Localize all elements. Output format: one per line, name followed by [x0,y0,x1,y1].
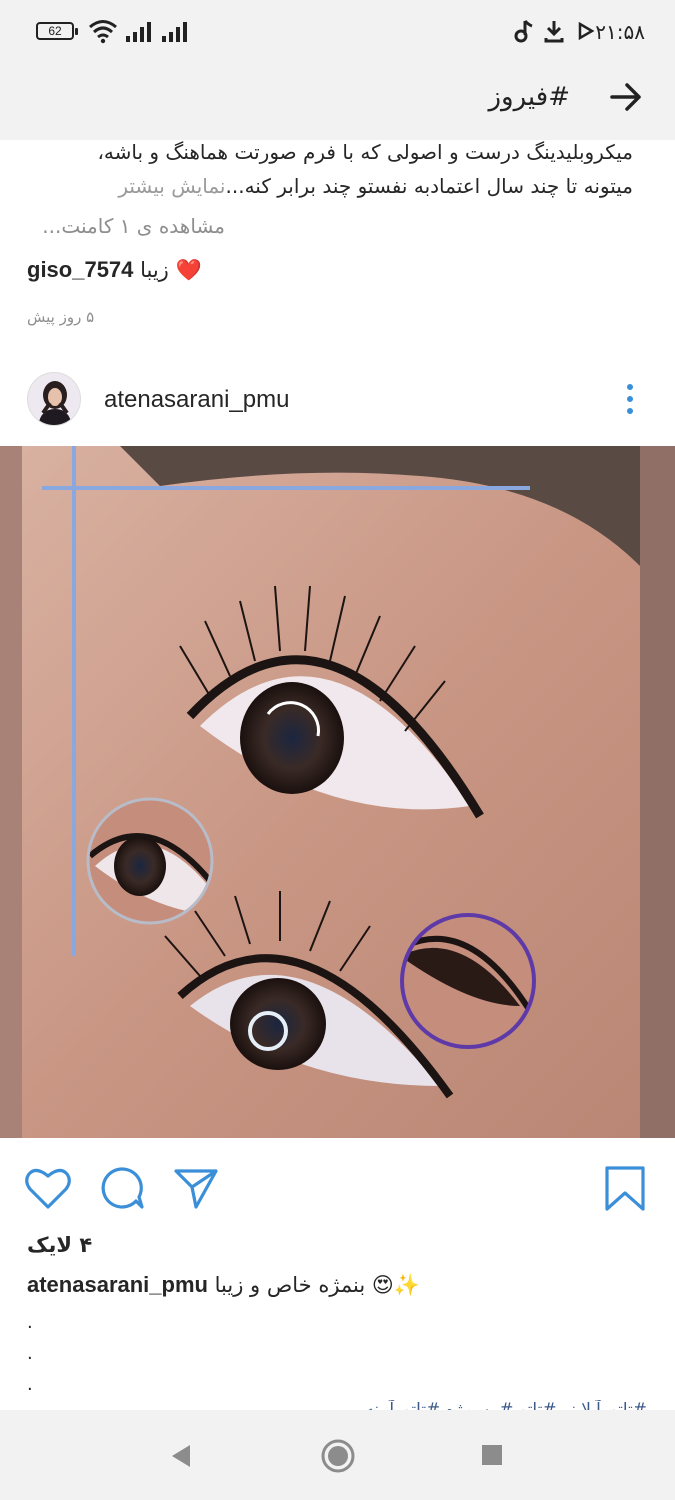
signal-icon-1 [126,22,151,42]
comment-bubble-icon[interactable] [98,1165,146,1211]
page-title: #فیروز [488,82,570,112]
like-count[interactable]: ۴ لایک [27,1233,92,1257]
play-icon [578,21,595,41]
prev-caption-text: میتونه تا چند سال اعتمادبه نفستو چند برا… [225,174,633,198]
paper-plane-icon[interactable] [172,1165,220,1211]
caption-dot-1: . [27,1312,33,1333]
download-icon [544,21,564,43]
vertical-dots-icon[interactable] [622,382,638,418]
wifi-icon [89,20,117,44]
comment-text: زیبا [140,258,169,282]
prev-caption-line-1: میکروبلیدینگ درست و اصولی که با فرم صورت… [97,140,633,164]
bookmark-icon[interactable] [602,1165,648,1213]
caption-dot-2: . [27,1343,33,1364]
clock: ۲۱:۵۸ [595,20,645,44]
caption-emojis: 😍✨ [371,1273,420,1297]
nav-home-icon[interactable] [320,1438,356,1474]
post-username[interactable]: atenasarani_pmu [104,386,289,414]
battery-indicator: 62 [36,22,78,40]
view-comments-link[interactable]: مشاهده ی ۱ کامنت... [42,214,225,238]
heart-icon[interactable] [24,1165,72,1211]
heart-emoji: ❤️ [175,258,202,282]
nav-recents-icon[interactable] [480,1443,504,1467]
caption-text: بنمژه خاص و زیبا [214,1273,366,1297]
arrow-right-icon[interactable] [609,80,643,114]
caption-username[interactable]: atenasarani_pmu [27,1272,208,1297]
music-note-icon [514,19,533,43]
hashtags[interactable]: #تاتو_آیلاینر #تاتو #بن_مژه #تاتو_آیینه [27,1400,647,1410]
prev-caption-line-2: میتونه تا چند سال اعتمادبه نفستو چند برا… [118,174,633,198]
post-caption: atenasarani_pmu بنمژه خاص و زیبا 😍✨ [27,1272,420,1298]
comment-username[interactable]: giso_7574 [27,257,133,282]
signal-icon-2 [162,22,187,42]
avatar[interactable] [27,372,81,426]
comment-row: giso_7574 زیبا ❤️ [27,257,202,283]
show-more-link[interactable]: نمایش بیشتر [118,174,225,198]
nav-back-icon[interactable] [168,1442,194,1470]
post-image[interactable] [0,446,675,1138]
caption-dot-3: . [27,1374,33,1395]
post-timestamp: ۵ روز پیش [27,308,95,326]
app-header [0,64,675,140]
